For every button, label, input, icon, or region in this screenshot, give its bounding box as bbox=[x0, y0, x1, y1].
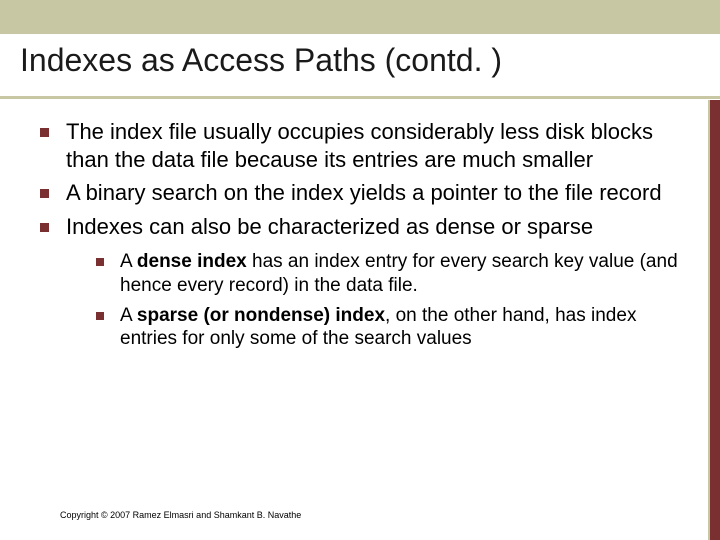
sub-bullet-list: A dense index has an index entry for eve… bbox=[66, 250, 678, 351]
sub-bullet-prefix: A bbox=[120, 251, 137, 272]
sub-bullet-bold: dense index bbox=[137, 251, 247, 272]
list-item: The index file usually occupies consider… bbox=[38, 118, 678, 173]
title-area: Indexes as Access Paths (contd. ) bbox=[20, 42, 700, 79]
slide: Indexes as Access Paths (contd. ) The in… bbox=[0, 0, 720, 540]
list-item: A sparse (or nondense) index, on the oth… bbox=[94, 304, 678, 352]
sub-bullet-prefix: A bbox=[120, 305, 137, 326]
body-content: The index file usually occupies consider… bbox=[38, 118, 678, 357]
bullet-text: A binary search on the index yields a po… bbox=[66, 180, 662, 205]
list-item: A binary search on the index yields a po… bbox=[38, 179, 678, 207]
bullet-text: Indexes can also be characterized as den… bbox=[66, 214, 593, 239]
right-edge-decoration bbox=[708, 100, 720, 540]
bullet-list: The index file usually occupies consider… bbox=[38, 118, 678, 351]
sub-bullet-bold: sparse (or nondense) index bbox=[137, 305, 385, 326]
copyright-footer: Copyright © 2007 Ramez Elmasri and Shamk… bbox=[60, 510, 301, 520]
title-underline bbox=[0, 96, 720, 99]
list-item: A dense index has an index entry for eve… bbox=[94, 250, 678, 298]
bullet-text: The index file usually occupies consider… bbox=[66, 119, 653, 172]
slide-title: Indexes as Access Paths (contd. ) bbox=[20, 42, 700, 79]
list-item: Indexes can also be characterized as den… bbox=[38, 213, 678, 352]
top-band bbox=[0, 0, 720, 34]
